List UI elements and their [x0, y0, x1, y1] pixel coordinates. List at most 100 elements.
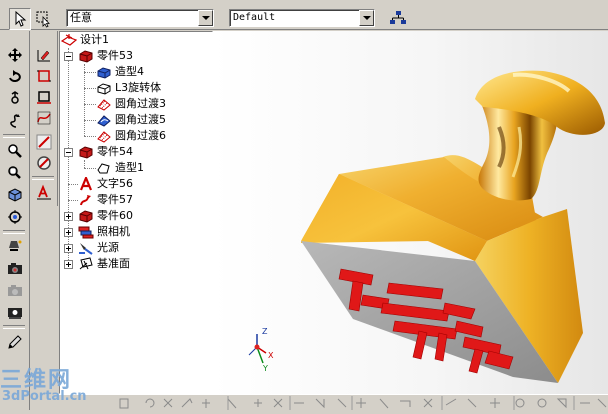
- tree-item-label: 圆角过渡5: [115, 113, 166, 126]
- tree-connector: [84, 168, 96, 169]
- stamp-model[interactable]: [213, 31, 608, 394]
- tree-expand-toggle[interactable]: [64, 212, 73, 221]
- dynamic-rotate-button[interactable]: [4, 89, 26, 109]
- zoom-button[interactable]: [4, 141, 26, 161]
- main-toolbar: 任意 Default: [0, 0, 608, 30]
- cursor-arrow-icon: [15, 11, 27, 27]
- tree-collapse-toggle[interactable]: [64, 52, 73, 61]
- tree-item-label: 文字56: [97, 177, 133, 190]
- sketch-shape-icon: [97, 163, 110, 174]
- pan-button[interactable]: [4, 45, 26, 65]
- chevron-down-icon[interactable]: [198, 10, 213, 26]
- fillet-blue-icon: [97, 115, 111, 127]
- tree-item-fillet[interactable]: 圆角过渡6: [96, 128, 166, 144]
- zoom-window-button[interactable]: [4, 163, 26, 183]
- text-icon: [37, 184, 51, 200]
- chevron-down-icon[interactable]: [359, 10, 374, 26]
- tree-connector: [84, 120, 96, 121]
- tree-item-label: 基准面: [97, 257, 130, 270]
- cube-view-icon: [8, 188, 22, 202]
- walk-button[interactable]: [4, 111, 26, 131]
- fillet-icon: [97, 131, 111, 143]
- camera-button[interactable]: [4, 258, 26, 278]
- edit-button[interactable]: [4, 332, 26, 352]
- tree-connector: [84, 160, 85, 168]
- part-icon: [79, 50, 93, 63]
- line-icon: [36, 134, 52, 150]
- spline-button[interactable]: [33, 108, 55, 128]
- tree-item-design[interactable]: 设计1: [61, 32, 109, 48]
- tree-item-part[interactable]: 零件60: [78, 208, 133, 224]
- 3d-viewport[interactable]: Z X Y: [213, 31, 608, 394]
- tree-item-label: L3旋转体: [115, 81, 162, 94]
- tree-connector: [84, 88, 96, 89]
- axis-y-label: Y: [263, 364, 268, 373]
- magnifier-icon: [8, 144, 22, 158]
- zoom-window-icon: [8, 166, 21, 179]
- circle-button[interactable]: [33, 153, 55, 173]
- target-icon: [8, 210, 22, 224]
- fit-view-button[interactable]: [4, 207, 26, 227]
- rotate-button[interactable]: [4, 67, 26, 87]
- tree-item-revolve[interactable]: L3旋转体: [96, 80, 161, 96]
- toolbar-separator: [3, 325, 25, 329]
- tree-item-label: 光源: [97, 241, 119, 254]
- view-toolbar: [0, 31, 30, 410]
- style-combo[interactable]: Default: [229, 9, 375, 27]
- watermark-url: 3dPortal.cn: [2, 389, 87, 404]
- tree-connector: [84, 64, 85, 136]
- tree-item-label: 零件57: [97, 193, 133, 206]
- tree-item-camera[interactable]: 照相机: [78, 224, 130, 240]
- view-direction-button[interactable]: [4, 185, 26, 205]
- light-button[interactable]: [4, 236, 26, 256]
- tree-item-shape[interactable]: 造型1: [96, 160, 144, 176]
- camera-target-button[interactable]: [4, 302, 26, 322]
- curve-icon: [37, 111, 51, 125]
- frame-button[interactable]: [33, 87, 55, 107]
- curve-part-icon: [80, 195, 91, 206]
- rectangle-button[interactable]: [33, 66, 55, 86]
- outline-block-icon: [97, 83, 111, 95]
- tree-item-light[interactable]: 光源: [78, 240, 119, 256]
- tree-item-label: 零件53: [97, 49, 133, 62]
- select-arrow-button[interactable]: [9, 8, 31, 30]
- toolbar-separator: [3, 230, 25, 234]
- hierarchy-button[interactable]: [387, 7, 409, 29]
- camera-icon: [8, 308, 22, 319]
- tree-expand-toggle[interactable]: [64, 244, 73, 253]
- filter-combo[interactable]: 任意: [66, 9, 214, 27]
- tree-item-label: 圆角过渡6: [115, 129, 166, 142]
- line-button[interactable]: [33, 132, 55, 152]
- text-button[interactable]: [33, 182, 55, 202]
- tree-item-label: 零件54: [97, 145, 133, 158]
- tree-item-part[interactable]: 零件54: [78, 144, 133, 160]
- tree-item-fillet[interactable]: 圆角过渡5: [96, 112, 166, 128]
- tree-item-part[interactable]: 零件53: [78, 48, 133, 64]
- tree-collapse-toggle[interactable]: [64, 148, 73, 157]
- tree-item-text[interactable]: 文字56: [78, 176, 133, 192]
- select-box-button[interactable]: [33, 8, 55, 30]
- bottom-toolbar: [58, 394, 608, 410]
- axis-x-label: X: [268, 351, 274, 360]
- sketch-icon: [37, 50, 50, 62]
- pencil-icon: [8, 335, 22, 349]
- tree-item-datum-plane[interactable]: 基准面: [78, 256, 130, 272]
- design-icon: [61, 34, 77, 46]
- datum-plane-icon: [79, 257, 93, 270]
- sketch-button[interactable]: [33, 45, 55, 65]
- rectangle-icon: [37, 70, 51, 82]
- tree-item-part[interactable]: 零件57: [78, 192, 133, 208]
- style-combo-value: Default: [233, 12, 276, 23]
- blue-block-icon: [97, 67, 111, 79]
- tree-item-shape[interactable]: 造型4: [96, 64, 144, 80]
- axis-triad: [248, 334, 267, 364]
- camera-disabled-button[interactable]: [4, 280, 26, 300]
- tree-expand-toggle[interactable]: [64, 260, 73, 269]
- part-icon: [79, 210, 93, 223]
- tree-expand-toggle[interactable]: [64, 228, 73, 237]
- spotlight-icon: [9, 240, 22, 251]
- bottom-toolbar-icons[interactable]: [58, 395, 608, 411]
- rotate-icon: [9, 70, 21, 82]
- tree-item-fillet[interactable]: 圆角过渡3: [96, 96, 166, 112]
- fillet-icon: [97, 99, 111, 111]
